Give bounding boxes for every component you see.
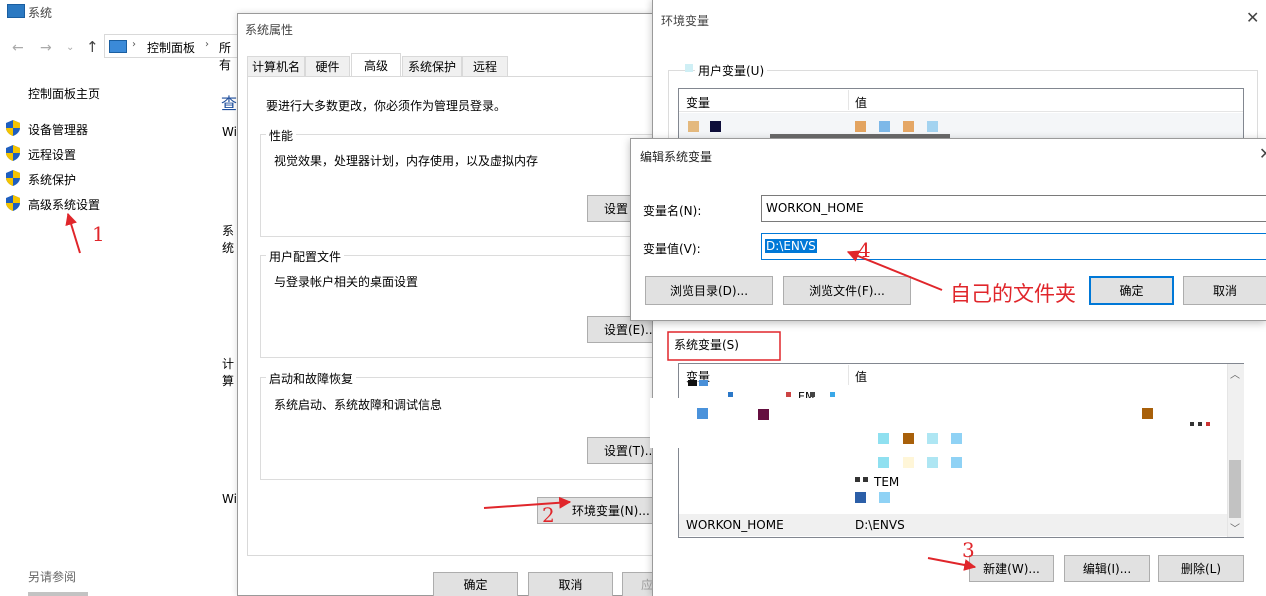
annotation-number-1: 1 xyxy=(92,222,105,246)
system-vars-highlight-box xyxy=(667,331,781,361)
arrow-2 xyxy=(483,496,572,509)
annotation-folder-note: 自己的文件夹 xyxy=(950,282,1076,306)
annotation-number-2: 2 xyxy=(542,503,555,527)
annotation-number-4: 4 xyxy=(858,238,871,262)
annotation-number-3: 3 xyxy=(962,538,975,562)
annotation-arrows xyxy=(65,212,977,571)
arrow-1 xyxy=(65,212,81,254)
